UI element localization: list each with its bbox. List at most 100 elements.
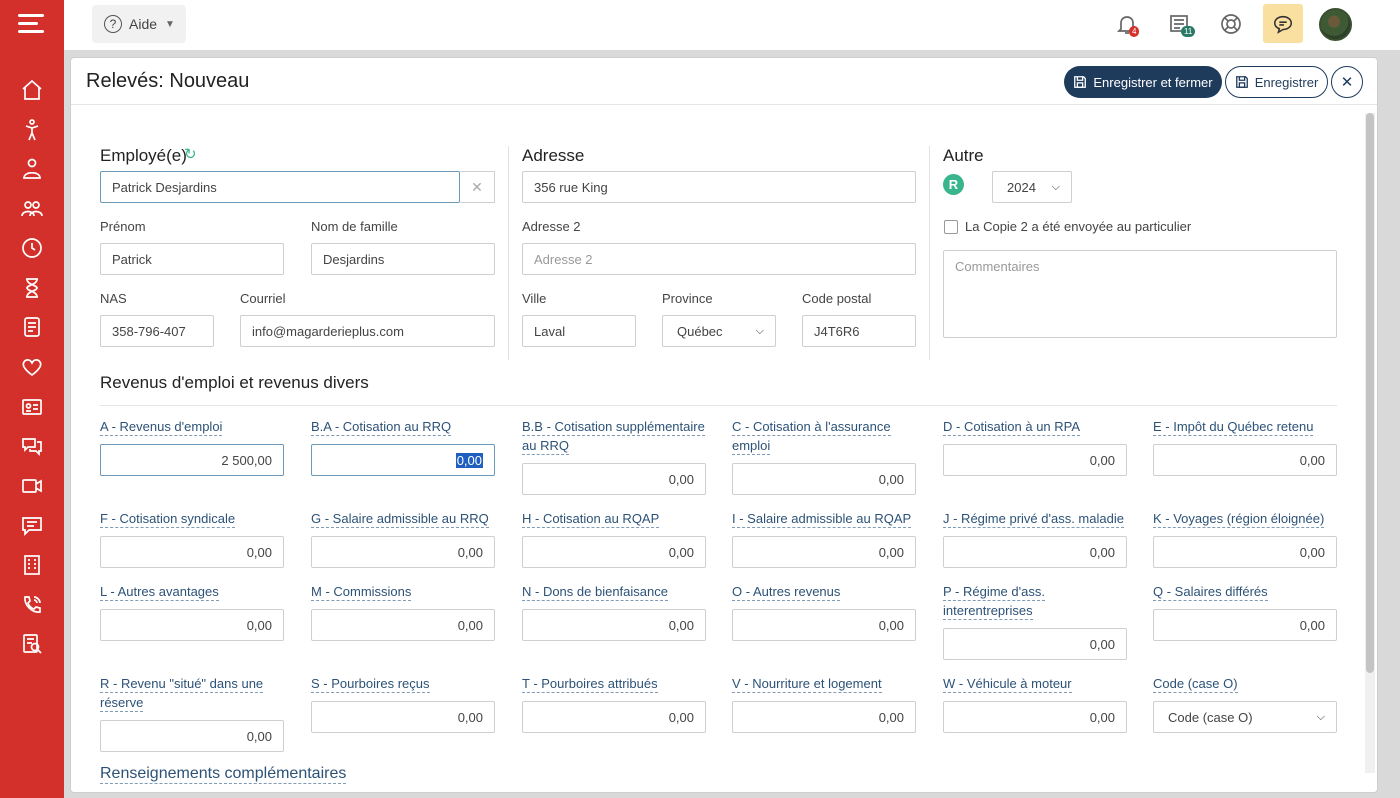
box-l-field[interactable]: 0,00 bbox=[100, 609, 284, 641]
refresh-icon[interactable]: ↻ bbox=[184, 145, 197, 163]
report-icon[interactable] bbox=[20, 315, 44, 339]
home-icon[interactable] bbox=[20, 78, 44, 102]
user-avatar[interactable] bbox=[1319, 8, 1352, 41]
box-d-field[interactable]: 0,00 bbox=[943, 444, 1127, 476]
timesheet-icon[interactable]: 11 bbox=[1168, 12, 1196, 37]
save-button[interactable]: Enregistrer bbox=[1225, 66, 1328, 98]
more-info-link[interactable]: Renseignements complémentaires bbox=[100, 765, 347, 784]
address2-field[interactable]: Adresse 2 bbox=[522, 243, 916, 275]
postal-code-label: Code postal bbox=[802, 291, 872, 306]
close-icon[interactable]: ✕ bbox=[1331, 66, 1363, 98]
nas-field[interactable]: 358-796-407 bbox=[100, 315, 214, 347]
box-t-field[interactable]: 0,00 bbox=[522, 701, 706, 733]
id-card-icon[interactable] bbox=[20, 395, 44, 419]
box-bb-label: B.B - Cotisation supplémentaire au RRQ bbox=[522, 419, 705, 455]
floppy-disk-icon bbox=[1074, 76, 1087, 88]
city-field[interactable]: Laval bbox=[522, 315, 636, 347]
hourglass-icon[interactable] bbox=[20, 276, 44, 300]
dialog-title: Relevés: Nouveau bbox=[86, 70, 250, 92]
code-o-value: Code (case O) bbox=[1168, 709, 1253, 725]
box-s-label: S - Pourboires reçus bbox=[311, 676, 430, 693]
section-divider bbox=[929, 146, 930, 360]
floppy-disk-icon bbox=[1235, 76, 1248, 88]
box-w-field[interactable]: 0,00 bbox=[943, 701, 1127, 733]
copy2-checkbox[interactable] bbox=[944, 220, 958, 234]
question-icon: ? bbox=[104, 15, 122, 33]
help-label: Aide bbox=[129, 16, 158, 32]
income-section-title: Revenus d'emploi et revenus divers bbox=[100, 373, 369, 392]
box-i-field[interactable]: 0,00 bbox=[732, 536, 916, 568]
dialog-scrollbar[interactable] bbox=[1365, 113, 1375, 773]
box-o-field[interactable]: 0,00 bbox=[732, 609, 916, 641]
comments-textarea[interactable]: Commentaires bbox=[943, 250, 1337, 338]
box-c-label: C - Cotisation à l'assurance emploi bbox=[732, 419, 891, 455]
box-c-field[interactable]: 0,00 bbox=[732, 463, 916, 495]
box-r-field[interactable]: 0,00 bbox=[100, 720, 284, 752]
year-select[interactable]: 2024 ⌵ bbox=[992, 171, 1072, 203]
box-q-label: Q - Salaires différés bbox=[1153, 584, 1268, 601]
province-select[interactable]: Québec ⌵ bbox=[662, 315, 776, 347]
box-n-field[interactable]: 0,00 bbox=[522, 609, 706, 641]
address-section-title: Adresse bbox=[522, 146, 585, 165]
code-o-select[interactable]: Code (case O) ⌵ bbox=[1153, 701, 1337, 733]
employee-section-title: Employé(e) bbox=[100, 146, 187, 165]
email-field[interactable]: info@magarderieplus.com bbox=[240, 315, 495, 347]
box-m-field[interactable]: 0,00 bbox=[311, 609, 495, 641]
income-divider bbox=[100, 405, 1337, 406]
box-q-field[interactable]: 0,00 bbox=[1153, 609, 1337, 641]
scrollbar-thumb[interactable] bbox=[1366, 113, 1374, 673]
video-icon[interactable] bbox=[20, 474, 44, 498]
releve-r-icon: R bbox=[943, 174, 964, 195]
support-lifebuoy-icon[interactable] bbox=[1219, 12, 1243, 36]
notifications-bell-icon[interactable]: 4 bbox=[1115, 12, 1140, 37]
box-g-label: G - Salaire admissible au RRQ bbox=[311, 511, 489, 528]
clock-icon[interactable] bbox=[20, 236, 44, 260]
box-l-label: L - Autres avantages bbox=[100, 584, 219, 601]
box-v-field[interactable]: 0,00 bbox=[732, 701, 916, 733]
chevron-down-icon: ⌵ bbox=[1051, 180, 1060, 193]
help-button[interactable]: ? Aide ▼ bbox=[92, 5, 186, 43]
city-label: Ville bbox=[522, 291, 547, 306]
address-field[interactable]: 356 rue King bbox=[522, 171, 916, 203]
child-icon[interactable] bbox=[20, 118, 44, 142]
box-ba-label: B.A - Cotisation au RRQ bbox=[311, 419, 452, 436]
dialog-header: Relevés: Nouveau Enregistrer et fermer E… bbox=[71, 58, 1377, 105]
last-name-field[interactable]: Desjardins bbox=[311, 243, 495, 275]
first-name-field[interactable]: Patrick bbox=[100, 243, 284, 275]
chat-button[interactable] bbox=[1263, 4, 1303, 43]
box-a-field[interactable]: 2 500,00 bbox=[100, 444, 284, 476]
hamburger-menu-icon[interactable] bbox=[18, 14, 44, 36]
box-s-field[interactable]: 0,00 bbox=[311, 701, 495, 733]
box-ba-field[interactable]: 0,00 bbox=[311, 444, 495, 476]
message-icon[interactable] bbox=[20, 514, 44, 538]
save-and-close-button[interactable]: Enregistrer et fermer bbox=[1064, 66, 1222, 98]
building-icon[interactable] bbox=[20, 553, 44, 577]
box-g-field[interactable]: 0,00 bbox=[311, 536, 495, 568]
box-f-field[interactable]: 0,00 bbox=[100, 536, 284, 568]
box-bb-field[interactable]: 0,00 bbox=[522, 463, 706, 495]
conversation-icon[interactable] bbox=[20, 434, 44, 458]
employee-select-field[interactable]: Patrick Desjardins bbox=[100, 171, 460, 203]
releve-dialog: Relevés: Nouveau Enregistrer et fermer E… bbox=[70, 57, 1378, 793]
save-and-close-label: Enregistrer et fermer bbox=[1093, 74, 1213, 90]
box-h-field[interactable]: 0,00 bbox=[522, 536, 706, 568]
box-j-field[interactable]: 0,00 bbox=[943, 536, 1127, 568]
copy2-label: La Copie 2 a été envoyée au particulier bbox=[965, 219, 1192, 234]
address2-label: Adresse 2 bbox=[522, 219, 581, 234]
postal-code-field[interactable]: J4T6R6 bbox=[802, 315, 916, 347]
group-icon[interactable] bbox=[20, 197, 44, 221]
province-value: Québec bbox=[677, 323, 723, 339]
phone-icon[interactable] bbox=[20, 593, 44, 617]
heart-icon[interactable] bbox=[20, 355, 44, 379]
chat-bubble-icon bbox=[1273, 15, 1293, 34]
box-k-field[interactable]: 0,00 bbox=[1153, 536, 1337, 568]
educator-icon[interactable] bbox=[20, 157, 44, 181]
top-bar: ? Aide ▼ 4 11 bbox=[64, 0, 1400, 50]
clear-employee-icon[interactable]: ✕ bbox=[460, 171, 495, 203]
box-k-label: K - Voyages (région éloignée) bbox=[1153, 511, 1325, 528]
tax-report-icon[interactable] bbox=[20, 632, 44, 656]
section-divider bbox=[508, 146, 509, 360]
box-p-field[interactable]: 0,00 bbox=[943, 628, 1127, 660]
box-m-label: M - Commissions bbox=[311, 584, 412, 601]
box-e-field[interactable]: 0,00 bbox=[1153, 444, 1337, 476]
